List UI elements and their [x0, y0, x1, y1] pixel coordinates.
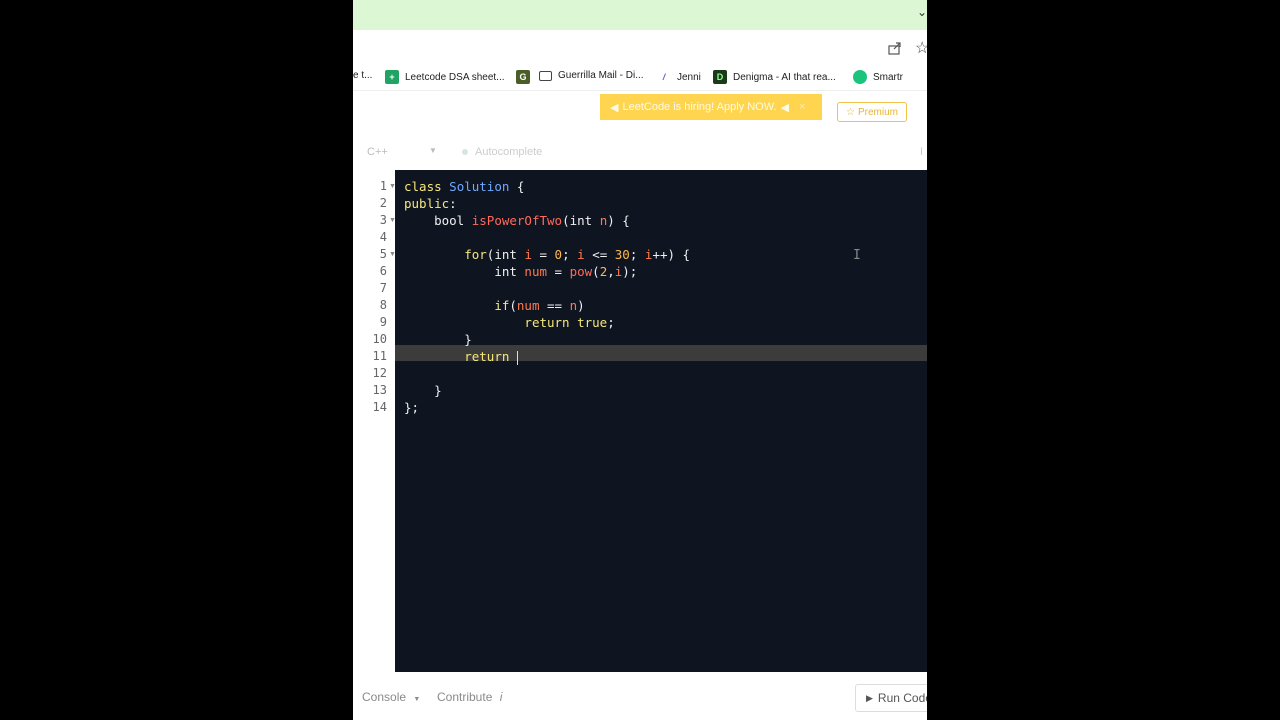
bookmark-label: Jenni: [677, 71, 701, 83]
bookmark-label: Leetcode DSA sheet...: [405, 71, 505, 83]
code-line: bool isPowerOfTwo(int n) {: [434, 213, 630, 228]
line-number: 3: [379, 213, 387, 227]
code-line: int num = pow(2,i);: [494, 264, 638, 279]
line-number: 14: [372, 400, 387, 414]
bookmark-label: Guerrilla Mail - Di...: [558, 70, 644, 81]
line-number: 13: [372, 383, 387, 397]
code-line: public:: [404, 196, 457, 211]
smartr-logo-icon: [853, 70, 867, 84]
mouse-ibeam-cursor: I: [853, 248, 861, 263]
bookmark-label: e t...: [353, 70, 373, 81]
premium-button[interactable]: ☆ Premium: [837, 102, 907, 122]
console-label: Console: [362, 690, 407, 704]
bookmark-g[interactable]: G: [516, 70, 536, 84]
feather-icon: /: [662, 72, 666, 82]
hiring-banner[interactable]: ◀ LeetCode is hiring! Apply NOW. ◀ ×: [600, 94, 822, 120]
code-line: return true;: [524, 315, 615, 330]
bookmark-item[interactable]: e t...: [353, 70, 372, 81]
code-line: }: [404, 332, 472, 347]
premium-label: Premium: [857, 106, 898, 118]
code-line: }: [404, 383, 442, 398]
line-number: 12: [372, 366, 387, 380]
g-logo-icon: G: [516, 70, 530, 84]
editor-toolbar: C++ ▼ Autocomplete I: [353, 134, 927, 170]
line-number: 7: [379, 281, 387, 295]
line-number: 6: [379, 264, 387, 278]
text-cursor: [516, 350, 518, 365]
bookmark-denigma[interactable]: D Denigma - AI that rea...: [713, 70, 836, 84]
code-line: };: [404, 400, 420, 415]
fold-arrow-icon[interactable]: ▼: [389, 178, 396, 195]
code-line: for(int i = 0; i <= 30; i++) {: [464, 247, 691, 262]
line-number: 2: [379, 196, 387, 210]
code-line: class Solution {: [404, 179, 525, 194]
contribute-button[interactable]: Contribute i: [437, 690, 502, 704]
banner-text: LeetCode is hiring! Apply NOW.: [622, 101, 777, 113]
play-icon: ▶: [866, 692, 873, 703]
chevron-down-icon[interactable]: ⌄: [917, 5, 927, 19]
star-icon: ☆: [846, 106, 855, 118]
contribute-label: Contribute: [437, 690, 493, 704]
line-number: 4: [379, 230, 387, 244]
line-number: 11: [372, 349, 387, 363]
line-number: 8: [379, 298, 387, 312]
mail-icon: [539, 70, 552, 81]
bookmark-smartr[interactable]: Smartr: [853, 70, 903, 84]
chevron-down-icon[interactable]: ▼: [429, 146, 437, 155]
editor-footer: Console ▼ Contribute i ▶ Run Code: [353, 672, 927, 720]
language-select[interactable]: C++: [367, 146, 388, 158]
line-number: 1: [379, 179, 387, 193]
line-number: 5: [379, 247, 387, 261]
denigma-logo-icon: D: [713, 70, 727, 84]
code-line: return: [404, 348, 518, 365]
toolbar-end-marker: I: [919, 146, 923, 158]
console-button[interactable]: Console ▼: [362, 690, 420, 704]
share-icon[interactable]: [887, 40, 903, 56]
line-number: 9: [379, 315, 387, 329]
autocomplete-toggle[interactable]: Autocomplete: [475, 146, 542, 158]
speaker-icon: ◀: [610, 101, 619, 114]
code-line: if(num == n): [494, 298, 585, 313]
address-row: [353, 30, 927, 64]
fold-arrow-icon[interactable]: ▼: [389, 246, 396, 263]
run-code-button[interactable]: ▶ Run Code: [855, 684, 927, 712]
run-code-label: Run Code: [877, 691, 927, 705]
browser-top-bar: ⌄: [353, 0, 927, 30]
browser-window: ⌄ ☆ e t... + Leetcode DSA sheet... G Gue…: [353, 0, 927, 720]
chevron-down-icon: ▼: [413, 696, 421, 703]
fold-arrow-icon[interactable]: ▼: [389, 212, 396, 229]
sheets-icon: +: [385, 70, 399, 84]
bookmark-label: Denigma - AI that rea...: [733, 71, 836, 83]
line-number: 10: [372, 332, 387, 346]
speaker-icon: ◀: [780, 101, 790, 114]
bookmark-jenni[interactable]: / Jenni: [657, 70, 701, 84]
autocomplete-dot-icon: [462, 149, 468, 155]
bookmark-label: Smartr: [873, 71, 903, 83]
bookmark-leetcode-sheet[interactable]: + Leetcode DSA sheet...: [385, 70, 505, 84]
bookmark-guerrilla-mail[interactable]: Guerrilla Mail - Di...: [539, 70, 644, 81]
bookmarks-bar: e t... + Leetcode DSA sheet... G Guerril…: [353, 64, 927, 90]
info-icon: i: [499, 690, 503, 704]
close-icon[interactable]: ×: [799, 101, 805, 113]
bookmark-star-icon[interactable]: ☆: [915, 38, 927, 58]
